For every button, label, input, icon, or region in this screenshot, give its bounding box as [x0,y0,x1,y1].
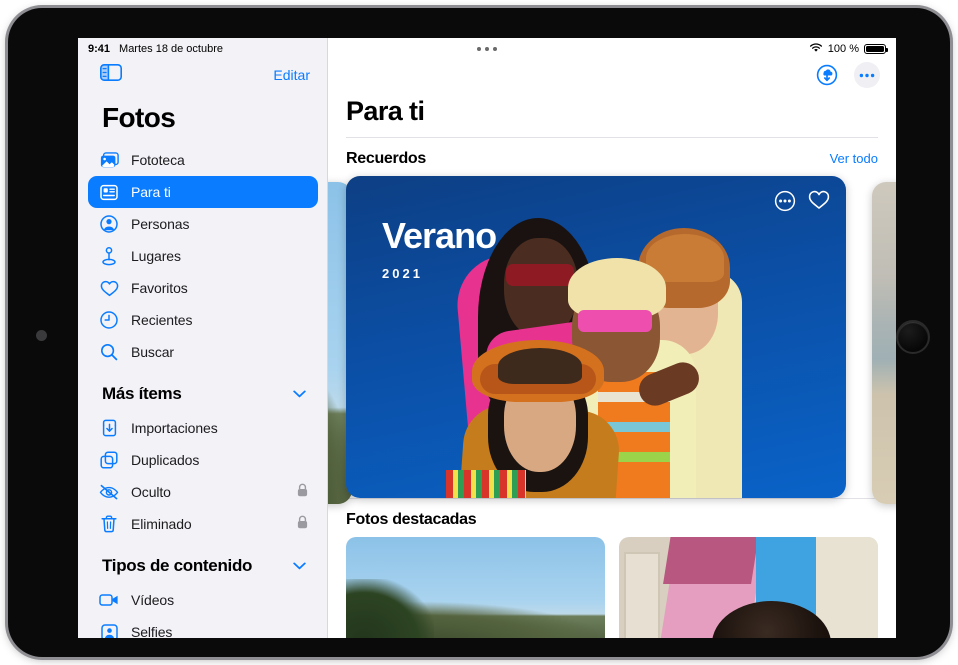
memory-card-next[interactable] [872,182,896,504]
sidebar-item-label: Oculto [131,484,171,500]
sidebar-item-lugares[interactable]: Lugares [88,240,318,272]
people-icon [98,213,120,235]
for-you-icon [98,181,120,203]
memories-carousel: Verano 2021 [328,176,896,504]
trash-icon [98,513,120,535]
lock-icon [297,515,308,534]
memory-title: Verano [382,215,497,256]
status-time: 9:41 [88,43,111,55]
heart-icon[interactable] [808,190,830,217]
sidebar-item-buscar[interactable]: Buscar [88,336,318,368]
section-title: Más ítems [102,384,182,403]
memories-section-header: Recuerdos Ver todo [328,138,896,176]
import-download-icon [98,417,120,439]
chevron-down-icon[interactable] [293,385,306,403]
beach-photo [872,182,896,504]
more-ellipsis-icon[interactable] [774,190,796,217]
section-header-tipos-de-contenido[interactable]: Tipos de contenido [78,540,328,584]
sidebar-item-recientes[interactable]: Recientes [88,304,318,336]
search-icon [98,341,120,363]
sidebar-item-oculto[interactable]: Oculto [88,476,318,508]
featured-thumbnail-person-wall[interactable] [619,537,878,638]
featured-thumbnails [328,537,896,638]
sidebar-item-label: Lugares [131,248,181,264]
clock-icon [98,309,120,331]
sidebar-item-eliminado[interactable]: Eliminado [88,508,318,540]
sidebar-item-label: Selfies [131,624,173,638]
status-date: Martes 18 de octubre [119,43,223,55]
sidebar-item-label: Buscar [131,344,174,360]
sidebar-item-label: Personas [131,216,190,232]
status-bar-right: 100 % [809,38,888,60]
memory-card-verano[interactable]: Verano 2021 [346,176,846,498]
photo-library-icon [98,149,120,171]
main-toolbar [814,62,880,88]
battery-percent-label: 100 % [827,43,859,55]
section-header-mas-items[interactable]: Más ítems [78,368,328,412]
featured-thumbnail-hillside[interactable] [346,537,605,638]
sidebar-item-label: Eliminado [131,516,192,532]
sidebar-item-personas[interactable]: Personas [88,208,318,240]
ipad-device-frame: 9:41 Martes 18 de octubre 100 % Editar F… [8,8,950,657]
memory-card-actions [774,190,830,217]
sidebar-content-types-list: Vídeos Selfies [78,584,328,638]
section-title-recuerdos: Recuerdos [346,150,426,167]
sidebar-item-label: Importaciones [131,420,218,436]
status-bar: 9:41 Martes 18 de octubre 100 % [78,38,896,60]
see-all-memories-link[interactable]: Ver todo [830,151,878,166]
status-bar-left: 9:41 Martes 18 de octubre [78,43,223,55]
selfie-person-icon [98,621,120,638]
section-title-fotos-destacadas: Fotos destacadas [346,511,477,528]
wifi-icon [809,42,823,56]
sidebar-item-label: Duplicados [131,452,200,468]
sidebar-item-selfies[interactable]: Selfies [88,616,318,638]
sidebar-item-duplicados[interactable]: Duplicados [88,444,318,476]
heart-icon [98,277,120,299]
sidebar-item-label: Para ti [131,184,171,200]
section-title: Tipos de contenido [102,556,253,575]
sidebar-item-para-ti[interactable]: Para ti [88,176,318,208]
sidebar-more-list: Importaciones Duplicados Oculto Eliminad… [78,412,328,540]
person-by-colorful-wall-photo [619,537,878,638]
chevron-down-icon[interactable] [293,557,306,575]
sidebar-primary-list: Fototeca Para ti Personas Lugares Favori… [78,144,328,368]
sidebar-divider [327,38,328,638]
page-title: Fotos [102,102,176,133]
sidebar-item-importaciones[interactable]: Importaciones [88,412,318,444]
battery-icon [864,44,888,54]
main-content: Para ti Recuerdos Ver todo Verano 2021 F… [328,38,896,638]
multitasking-dots-icon[interactable] [477,47,497,51]
duplicates-icon [98,449,120,471]
memory-year: 2021 [382,266,423,281]
eye-slash-icon [98,481,120,503]
memory-card-overlay: Verano 2021 [382,215,497,282]
places-pin-icon [98,245,120,267]
edit-button[interactable]: Editar [273,67,310,83]
featured-section-header: Fotos destacadas [328,499,896,537]
side-indicator [36,330,47,341]
front-camera [896,320,930,354]
sidebar-item-fototeca[interactable]: Fototeca [88,144,318,176]
icloud-download-icon[interactable] [814,62,840,88]
ipad-screen: 9:41 Martes 18 de octubre 100 % Editar F… [78,38,896,638]
hillside-landscape-photo [346,537,605,638]
lock-icon [297,483,308,502]
video-camera-icon [98,589,120,611]
sidebar-item-label: Fototeca [131,152,185,168]
sidebar-toggle-icon[interactable] [100,64,122,86]
sidebar-item-label: Favoritos [131,280,188,296]
sidebar-item-label: Recientes [131,312,193,328]
sidebar-item-videos[interactable]: Vídeos [88,584,318,616]
more-ellipsis-icon[interactable] [854,62,880,88]
sidebar-item-label: Vídeos [131,592,174,608]
sidebar-item-favoritos[interactable]: Favoritos [88,272,318,304]
sidebar: Editar Fotos Fototeca Para ti Personas L… [78,38,328,638]
